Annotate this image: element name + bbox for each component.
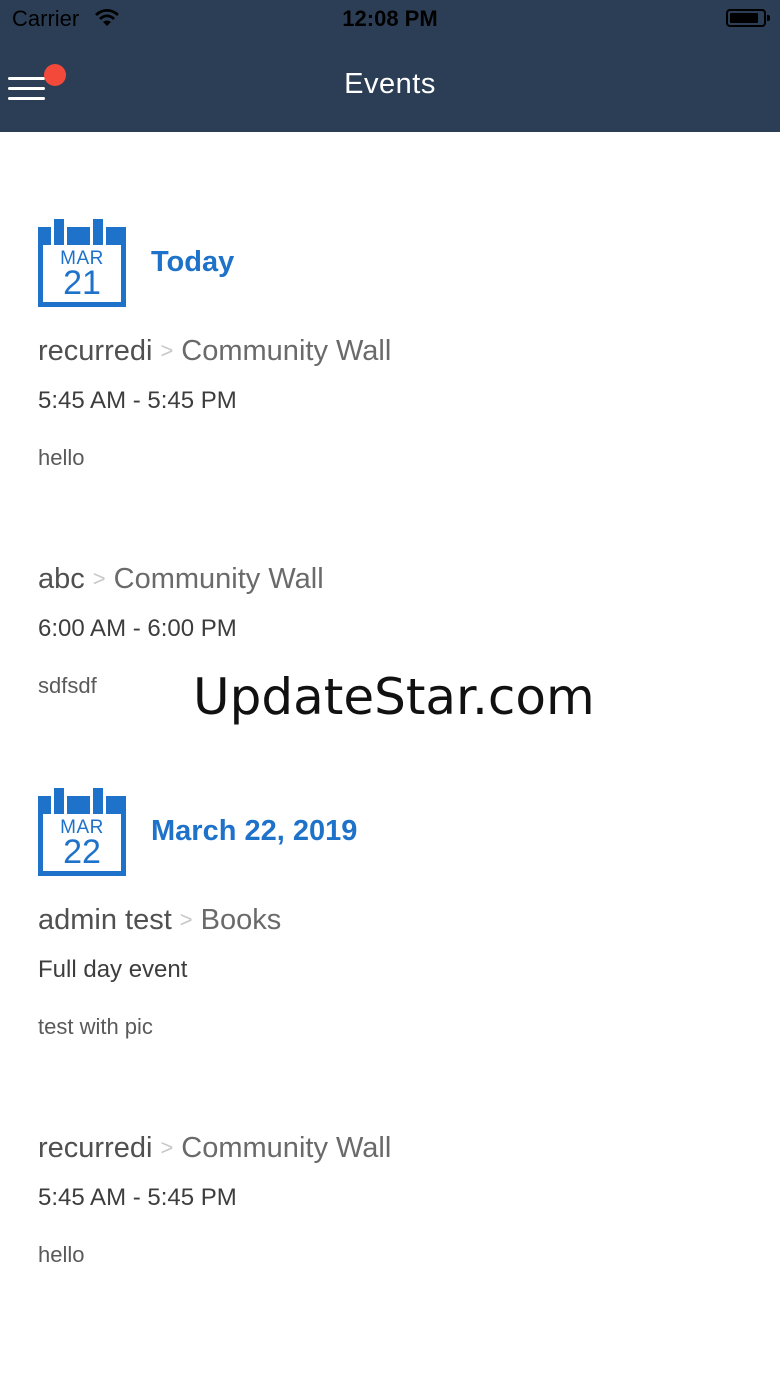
calendar-day: 22 (63, 833, 101, 871)
event-group: Community Wall (181, 1132, 392, 1164)
event-description: hello (38, 1242, 85, 1267)
event-time: Full day event (38, 956, 188, 983)
chevron-right-icon: > (160, 1135, 174, 1160)
event-description: sdfsdf (38, 673, 97, 698)
calendar-day: 21 (63, 264, 101, 302)
calendar-icon: MAR 21 (38, 216, 126, 308)
event-time: 5:45 AM - 5:45 PM (38, 387, 237, 414)
event-name: abc (38, 563, 85, 595)
chevron-right-icon: > (92, 566, 106, 591)
event-time: 6:00 AM - 6:00 PM (38, 615, 237, 642)
event-time: 5:45 AM - 5:45 PM (38, 1184, 237, 1211)
event-item[interactable]: recurredi > Community Wall 5:45 AM - 5:45 … (38, 1130, 738, 1267)
watermark: UpdateStar.com (193, 668, 595, 726)
event-name: recurredi (38, 335, 153, 367)
date-label: March 22, 2019 (151, 815, 358, 847)
chevron-right-icon: > (160, 338, 174, 363)
event-item[interactable]: recurredi > Community Wall 5:45 AM - 5:45 … (38, 333, 738, 470)
event-title-row: recurredi > Community Wall (38, 1130, 738, 1168)
event-description: hello (38, 445, 85, 470)
calendar-icon: MAR 22 (38, 785, 126, 877)
status-bar: Carrier 12:08 PM (0, 0, 780, 40)
event-item[interactable]: abc > Community Wall 6:00 AM - 6:00 PM sdf… (38, 561, 738, 698)
event-title-row: abc > Community Wall (38, 561, 738, 599)
nav-bar: Events (0, 40, 780, 132)
event-description: test with pic (38, 1014, 153, 1039)
event-group: Community Wall (113, 563, 324, 595)
date-label: Today (151, 246, 235, 278)
page-title: Events (344, 68, 436, 100)
event-group: Books (200, 904, 282, 936)
event-title-row: admin test > Books (38, 902, 738, 940)
chevron-right-icon: > (179, 907, 193, 932)
event-group: Community Wall (181, 335, 392, 367)
event-title-row: recurredi > Community Wall (38, 333, 738, 371)
clock: 12:08 PM (342, 6, 438, 31)
event-item[interactable]: admin test > Books Full day event test wit… (38, 902, 738, 1039)
event-name: recurredi (38, 1132, 153, 1164)
battery-icon (726, 9, 770, 27)
event-name: admin test (38, 904, 172, 936)
